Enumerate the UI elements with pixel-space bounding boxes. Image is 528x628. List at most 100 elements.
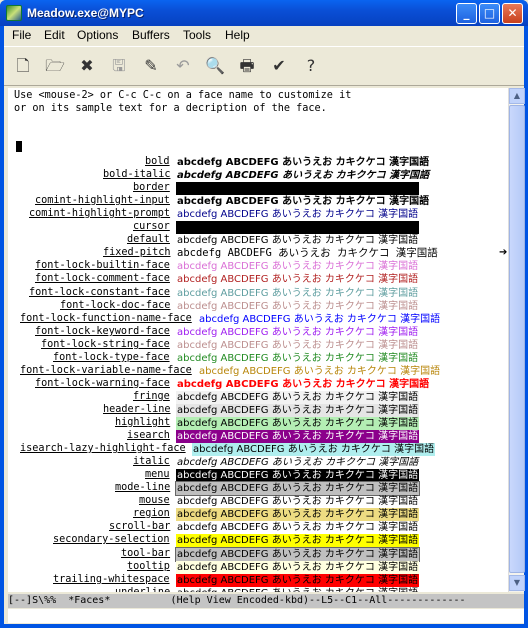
close-buffer-icon[interactable]: ✖	[74, 52, 100, 80]
new-file-icon[interactable]: 🗋	[10, 52, 36, 80]
face-name-link[interactable]: fixed-pitch	[103, 247, 170, 258]
menu-edit[interactable]: Edit	[44, 28, 65, 42]
face-sample[interactable]: abcdefg ABCDEFG あいうえお カキクケコ 漢字国語	[176, 574, 420, 587]
menu-options[interactable]: Options	[77, 28, 118, 42]
face-name-link[interactable]: isearch	[127, 430, 170, 441]
search-icon[interactable]: 🔍	[202, 52, 228, 80]
face-name-link[interactable]: bold-italic	[103, 169, 170, 180]
face-sample[interactable]: abcdefg ABCDEFG あいうえお カキクケコ 漢字国語	[176, 561, 420, 574]
print-icon[interactable]: 🖶	[234, 52, 260, 80]
faces-buffer[interactable]: Use <mouse-2> or C-c C-c on a face name …	[8, 88, 508, 592]
menu-help[interactable]: Help	[225, 28, 250, 42]
face-name-link[interactable]: font-lock-builtin-face	[35, 260, 170, 271]
save-icon[interactable]: 🖫	[106, 52, 132, 80]
face-sample[interactable]: abcdefg ABCDEFG あいうえお カキクケコ 漢字国語	[176, 300, 419, 313]
face-name-link[interactable]: trailing-whitespace	[53, 574, 170, 585]
face-name-link[interactable]: cursor	[133, 221, 170, 232]
face-name-link[interactable]: font-lock-type-face	[53, 352, 170, 363]
face-sample[interactable]: abcdefg ABCDEFG あいうえお カキクケコ 漢字国語	[176, 352, 419, 365]
scroll-down-button[interactable]: ▼	[509, 575, 525, 591]
face-name-link[interactable]: font-lock-constant-face	[29, 287, 170, 298]
face-sample[interactable]: abcdefg ABCDEFG あいうえお カキクケコ 漢字国語	[176, 339, 419, 352]
face-sample[interactable]: abcdefg ABCDEFG あいうえお カキクケコ 漢字国語	[192, 443, 436, 456]
face-row: italic abcdefg ABCDEFG あいうえお カキクケコ 漢字国語	[8, 456, 508, 469]
face-name-link[interactable]: font-lock-doc-face	[60, 300, 170, 311]
face-sample[interactable]: abcdefg ABCDEFG あいうえお カキクケコ 漢字国語	[176, 430, 420, 443]
truncation-arrow-icon: ➔	[499, 247, 508, 258]
face-sample[interactable]: abcdefg ABCDEFG あいうえお カキクケコ 漢字国語	[176, 587, 419, 592]
face-sample[interactable]: abcdefg ABCDEFG あいうえお カキクケコ 漢字国語	[176, 495, 419, 508]
face-name-link[interactable]: mouse	[139, 495, 170, 506]
minimize-button[interactable]: _	[456, 3, 477, 24]
face-name-link[interactable]: border	[133, 182, 170, 193]
preferences-icon[interactable]: ✔	[266, 52, 292, 80]
menu-buffers[interactable]: Buffers	[132, 28, 170, 42]
title-bar[interactable]: Meadow.exe@MYPC _ □ ✕	[0, 0, 528, 26]
face-name-link[interactable]: underline	[115, 587, 170, 592]
face-name-link[interactable]: font-lock-variable-name-face	[20, 365, 192, 376]
face-sample[interactable]: abcdefg ABCDEFG あいうえお カキクケコ 漢字国語	[176, 378, 430, 391]
face-sample[interactable]: abcdefg ABCDEFG あいうえお カキクケコ 漢字国語	[176, 247, 439, 260]
scrollbar-thumb[interactable]	[509, 105, 525, 573]
face-name-link[interactable]: region	[133, 508, 170, 519]
face-sample[interactable]: abcdefg ABCDEFG あいうえお カキクケコ 漢字国語	[176, 508, 420, 521]
face-name-link[interactable]: default	[127, 234, 170, 245]
save-as-icon[interactable]: ✎	[138, 52, 164, 80]
face-name-link[interactable]: comint-highlight-input	[35, 195, 170, 206]
undo-icon[interactable]: ↶	[170, 52, 196, 80]
face-sample[interactable]: abcdefg ABCDEFG あいうえお カキクケコ 漢字国語	[176, 534, 420, 547]
face-sample[interactable]: abcdefg ABCDEFG あいうえお カキクケコ 漢字国語	[176, 469, 420, 482]
face-name-link[interactable]: font-lock-string-face	[41, 339, 170, 350]
face-name-link[interactable]: highlight	[115, 417, 170, 428]
face-name-link[interactable]: tool-bar	[121, 548, 170, 559]
menu-tools[interactable]: Tools	[183, 28, 211, 42]
face-sample[interactable]: abcdefg ABCDEFG あいうえお カキクケコ 漢字国語	[176, 208, 419, 221]
help-icon[interactable]: ?	[298, 52, 324, 80]
face-sample[interactable]: abcdefg ABCDEFG あいうえお カキクケコ 漢字国語	[174, 547, 421, 562]
face-sample[interactable]: abcdefg ABCDEFG あいうえお カキクケコ 漢字国語	[176, 521, 419, 534]
face-row: font-lock-string-face abcdefg ABCDEFG あいう…	[8, 339, 508, 352]
face-sample[interactable]: abcdefg ABCDEFG あいうえお カキクケコ 漢字国語	[176, 195, 430, 208]
face-sample[interactable]: abcdefg ABCDEFG あいうえお カキクケコ 漢字国語	[176, 391, 420, 404]
face-name-link[interactable]: font-lock-warning-face	[35, 378, 170, 389]
mode-line[interactable]: [--]S\%% *Faces* (Help View Encoded-kbd)…	[8, 594, 524, 608]
face-name-link[interactable]: bold	[145, 156, 170, 167]
face-sample[interactable]: abcdefg ABCDEFG あいうえお カキクケコ 漢字国語	[176, 326, 419, 339]
face-sample[interactable]: abcdefg ABCDEFG あいうえお カキクケコ 漢字国語	[176, 156, 430, 169]
face-row: font-lock-warning-face abcdefg ABCDEFG あい…	[8, 378, 508, 391]
minibuffer[interactable]	[8, 609, 524, 623]
face-sample[interactable]: abcdefg ABCDEFG あいうえお カキクケコ 漢字国語	[176, 221, 420, 234]
face-sample[interactable]: abcdefg ABCDEFG あいうえお カキクケコ 漢字国語	[176, 287, 419, 300]
face-name-link[interactable]: font-lock-function-name-face	[20, 313, 192, 324]
face-name-link[interactable]: font-lock-keyword-face	[35, 326, 170, 337]
face-row: tooltip abcdefg ABCDEFG あいうえお カキクケコ 漢字国語	[8, 561, 508, 574]
face-sample[interactable]: abcdefg ABCDEFG あいうえお カキクケコ 漢字国語	[176, 260, 419, 273]
face-name-link[interactable]: isearch-lazy-highlight-face	[20, 443, 186, 454]
face-sample[interactable]: abcdefg ABCDEFG あいうえお カキクケコ 漢字国語	[176, 404, 420, 417]
face-name-link[interactable]: secondary-selection	[53, 534, 170, 545]
face-name-link[interactable]: tooltip	[127, 561, 170, 572]
maximize-button[interactable]: □	[479, 3, 500, 24]
face-sample[interactable]: abcdefg ABCDEFG あいうえお カキクケコ 漢字国語	[198, 365, 441, 378]
face-name-link[interactable]: mode-line	[115, 482, 170, 493]
close-button[interactable]: ✕	[502, 3, 523, 24]
face-sample[interactable]: abcdefg ABCDEFG あいうえお カキクケコ 漢字国語	[176, 417, 420, 430]
face-sample[interactable]: abcdefg ABCDEFG あいうえお カキクケコ 漢字国語	[176, 182, 420, 195]
face-name-link[interactable]: italic	[133, 456, 170, 467]
face-name-link[interactable]: header-line	[103, 404, 170, 415]
face-sample[interactable]: abcdefg ABCDEFG あいうえお カキクケコ 漢字国語	[176, 456, 419, 469]
scroll-up-button[interactable]: ▲	[509, 88, 525, 104]
menu-file[interactable]: File	[12, 28, 31, 42]
face-sample[interactable]: abcdefg ABCDEFG あいうえお カキクケコ 漢字国語	[174, 481, 421, 496]
face-name-link[interactable]: scroll-bar	[109, 521, 170, 532]
vertical-scrollbar[interactable]: ▲ ▼	[508, 88, 525, 592]
face-sample[interactable]: abcdefg ABCDEFG あいうえお カキクケコ 漢字国語	[176, 273, 419, 286]
face-name-link[interactable]: comint-highlight-prompt	[29, 208, 170, 219]
face-sample[interactable]: abcdefg ABCDEFG あいうえお カキクケコ 漢字国語	[176, 234, 419, 247]
open-folder-icon[interactable]: 🗁	[42, 52, 68, 80]
face-name-link[interactable]: fringe	[133, 391, 170, 402]
face-name-link[interactable]: font-lock-comment-face	[35, 273, 170, 284]
face-name-link[interactable]: menu	[145, 469, 170, 480]
face-sample[interactable]: abcdefg ABCDEFG あいうえお カキクケコ 漢字国語	[198, 313, 441, 326]
face-sample[interactable]: abcdefg ABCDEFG あいうえお カキクケコ 漢字国語	[176, 169, 430, 182]
